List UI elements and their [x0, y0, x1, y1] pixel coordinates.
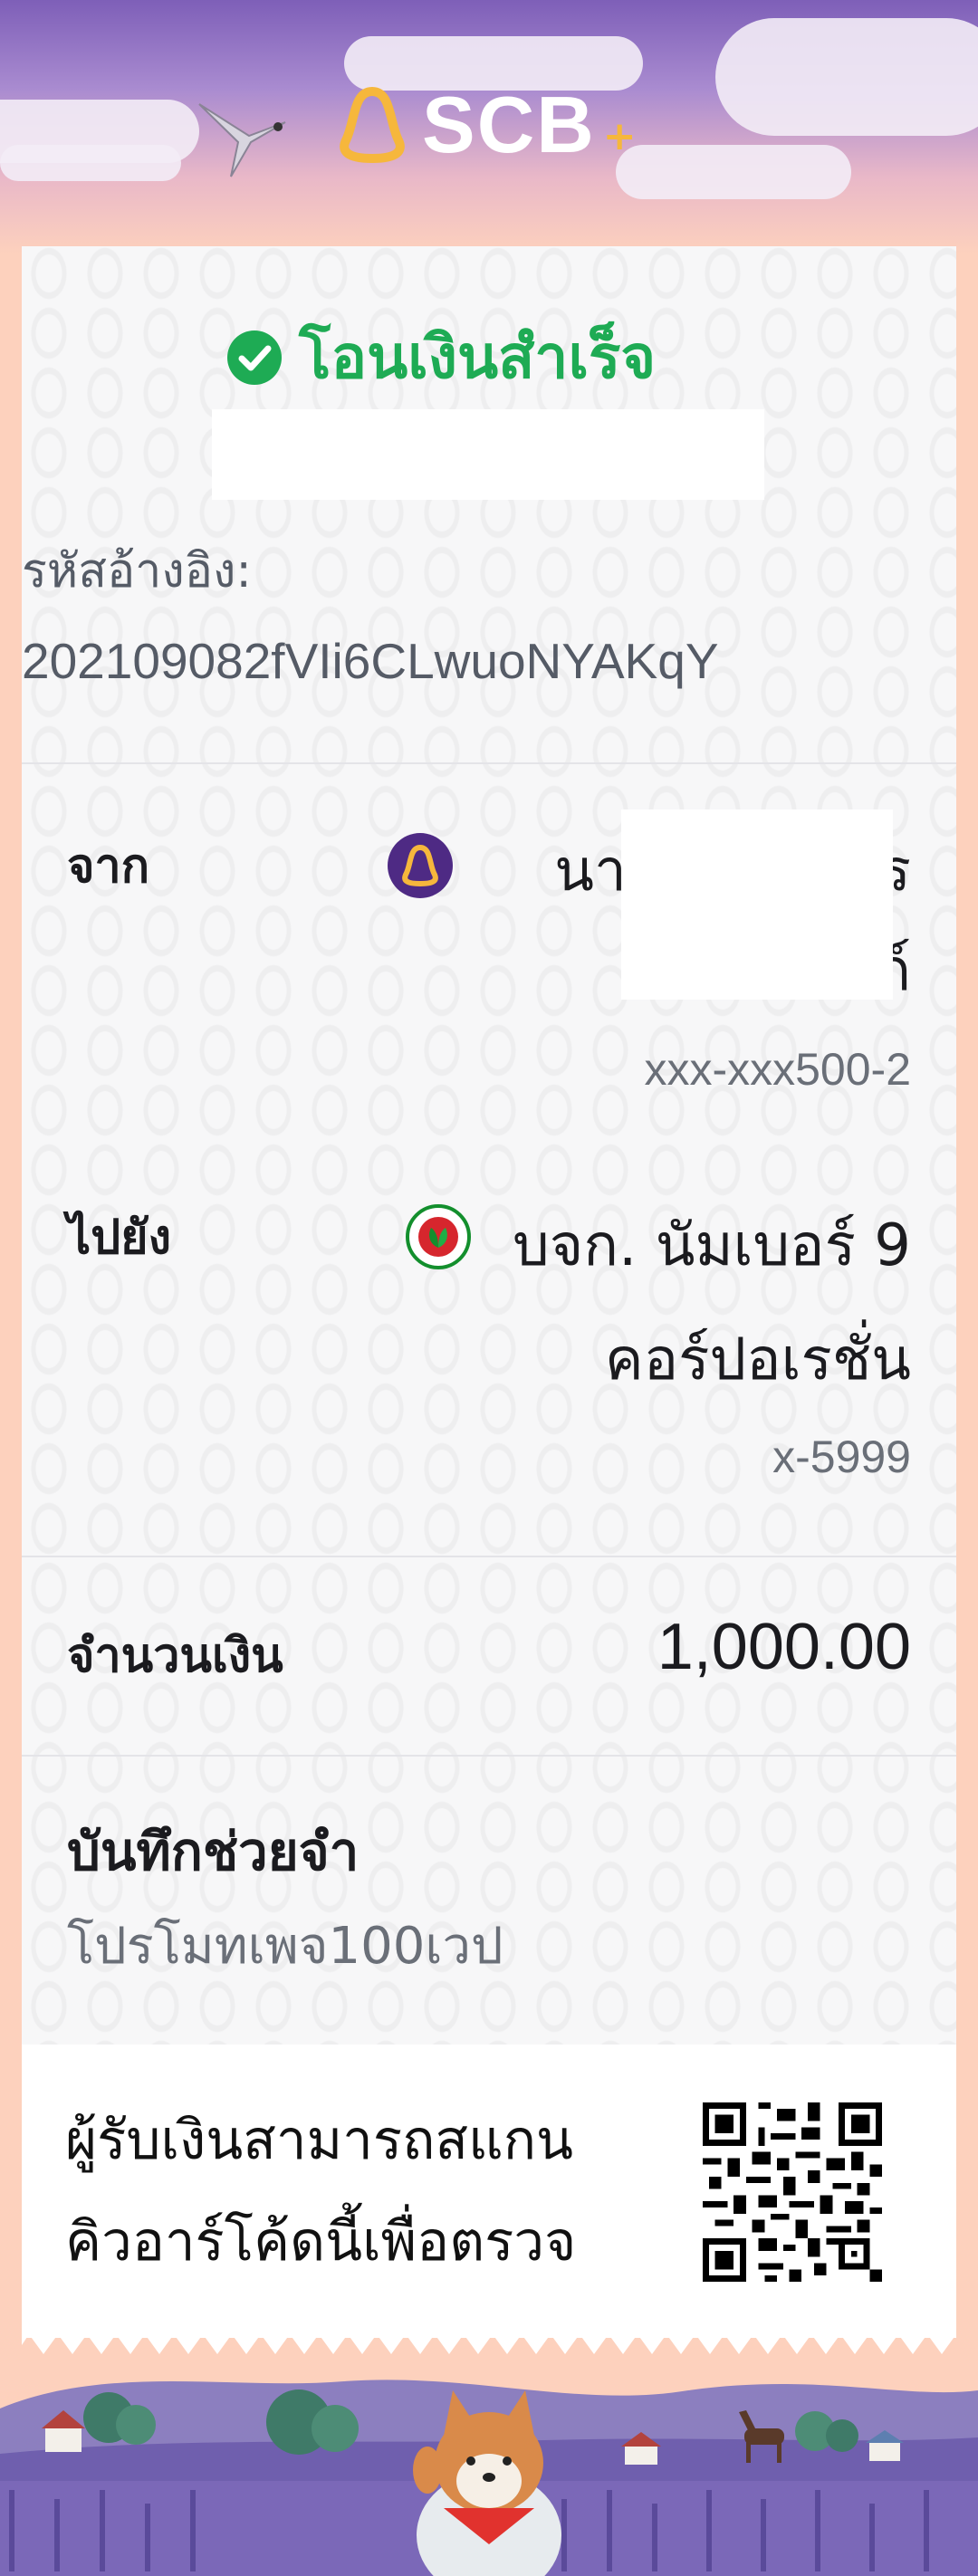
- qr-code-icon[interactable]: [703, 2102, 882, 2282]
- qr-notice: ผู้รับเงินสามารถสแกน คิวอาร์โค้ดนี้เพื่อ…: [22, 2045, 956, 2338]
- scb-logo-icon: [340, 86, 405, 164]
- kbank-bank-icon: [406, 1204, 471, 1269]
- notice-text: ผู้รับเงินสามารถสแกน คิวอาร์โค้ดนี้เพื่อ…: [65, 2090, 663, 2293]
- from-account: xxx-xxx500-2: [644, 1044, 911, 1095]
- scb-bank-icon: [388, 833, 453, 898]
- divider: [22, 1556, 956, 1557]
- cloud: [715, 18, 978, 136]
- check-circle-icon: [227, 330, 282, 385]
- redacted-name: [621, 809, 893, 1000]
- header-banner: SCB +: [0, 0, 978, 254]
- torn-edge: [22, 2329, 956, 2354]
- notice-line2: คิวอาร์โค้ดนี้เพื่อตรวจ: [65, 2210, 577, 2274]
- brand-name: SCB: [422, 80, 596, 169]
- reference-label: รหัสอ้างอิง:: [22, 544, 252, 599]
- reference-value: 202109082fVIi6CLwuoNYAKqY: [22, 633, 719, 689]
- amount-value: 1,000.00: [657, 1611, 911, 1683]
- to-name-line2: คอร์ปอเรชั่น: [604, 1326, 911, 1393]
- memo-label: บันทึกช่วยจำ: [67, 1821, 360, 1882]
- to-name-line1: บจก. นัมเบอร์ 9: [513, 1212, 911, 1279]
- scb-logo: SCB +: [335, 80, 637, 170]
- notice-line1: ผู้รับเงินสามารถสแกน: [65, 2109, 574, 2172]
- to-label: ไปยัง: [67, 1211, 172, 1265]
- cloud: [0, 145, 181, 181]
- status-row: โอนเงินสำเร็จ: [226, 310, 656, 405]
- brand-plus: +: [602, 112, 637, 159]
- bird-icon: [198, 103, 286, 177]
- divider: [22, 762, 956, 764]
- divider: [22, 1755, 956, 1757]
- transfer-receipt: โอนเงินสำเร็จ รหัสอ้างอิง: 202109082fVIi…: [22, 246, 956, 2338]
- cloud: [616, 145, 851, 199]
- lavender-field-illustration: [0, 2380, 978, 2576]
- memo-value: โปรโมทเพจ100เวป: [67, 1917, 503, 1976]
- from-label: จาก: [67, 839, 150, 894]
- status-text: โอนเงินสำเร็จ: [299, 322, 657, 392]
- amount-label: จำนวนเงิน: [67, 1629, 283, 1683]
- redacted-area: [212, 409, 764, 500]
- to-account: x-5999: [772, 1432, 911, 1482]
